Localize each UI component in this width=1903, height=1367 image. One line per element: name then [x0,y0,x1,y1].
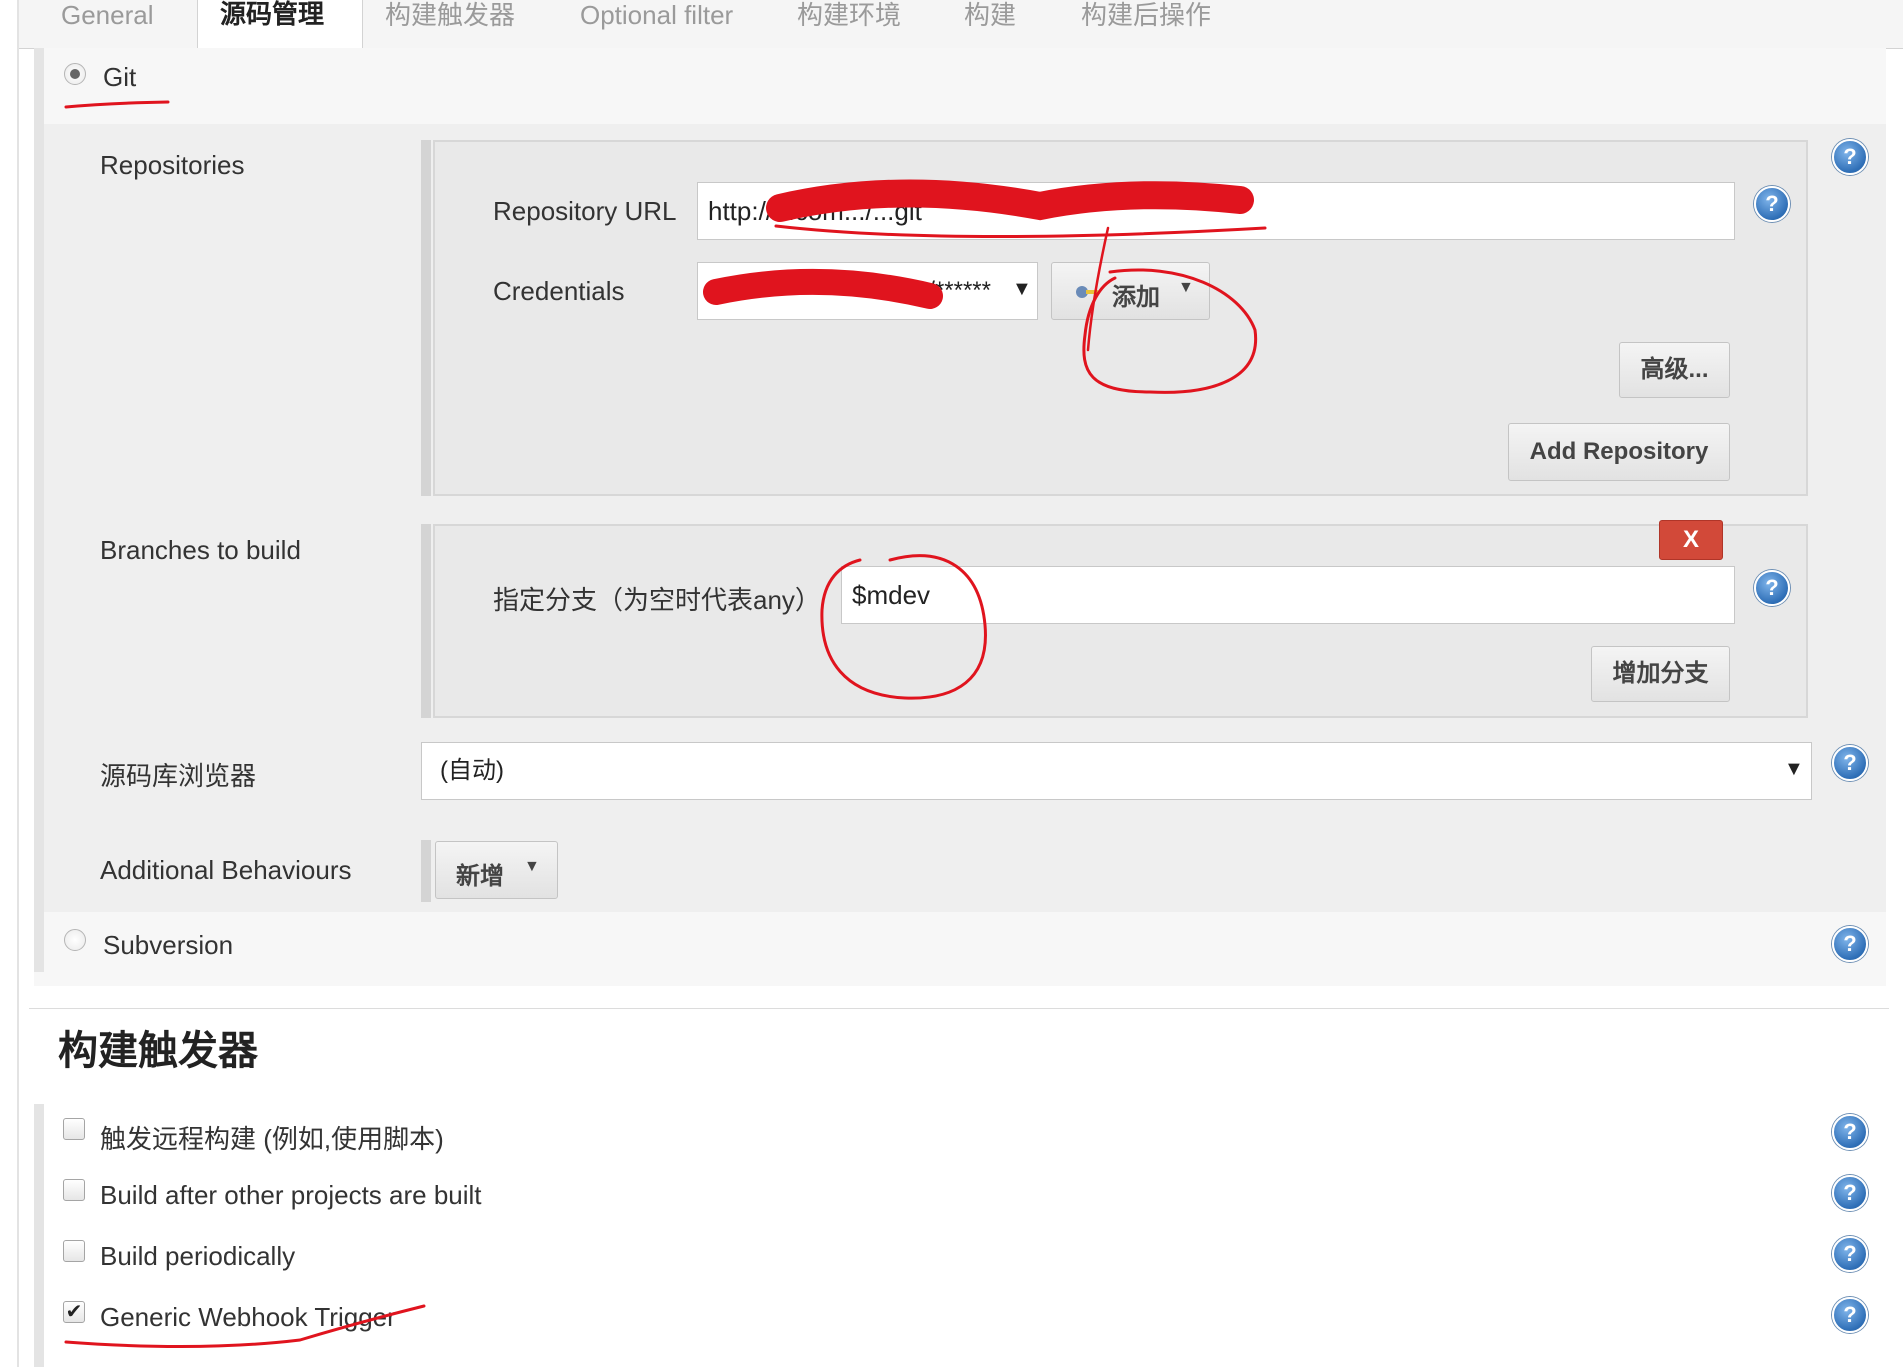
build-triggers-bar [34,1104,44,1367]
chevron-down-icon: ▼ [1178,279,1194,296]
trigger-label-after-other-projects: Build after other projects are built [100,1180,482,1210]
repository-browser-label: 源码库浏览器 [100,761,257,791]
add-credentials-button[interactable]: 添加 ▼ [1051,262,1210,320]
help-icon[interactable]: ? [1754,186,1790,222]
key-icon [1074,278,1102,306]
help-icon[interactable]: ? [1832,926,1868,962]
build-triggers-title: 构建触发器 [58,1029,258,1073]
credentials-label: Credentials [493,276,625,306]
section-divider [29,1008,1889,1009]
tab-build-environment[interactable]: 构建环境 [797,0,901,48]
add-branch-button[interactable]: 增加分支 [1591,646,1730,702]
git-radio[interactable] [64,63,86,85]
tab-optional-filter[interactable]: Optional filter [580,0,733,48]
credentials-select[interactable]: /****** [697,262,1038,320]
dropdown-caret-icon: ▼ [1784,758,1804,780]
tab-source-code-management[interactable]: 源码管理 [197,0,363,50]
help-icon[interactable]: ? [1832,1175,1868,1211]
trigger-label-generic-webhook: Generic Webhook Trigger [100,1302,396,1332]
additional-behaviours-label: Additional Behaviours [100,855,352,885]
tab-post-build-actions[interactable]: 构建后操作 [1081,0,1211,48]
repository-url-label: Repository URL [493,196,677,226]
branch-specifier-label: 指定分支（为空时代表any） [493,585,821,615]
tab-build-triggers[interactable]: 构建触发器 [385,0,515,48]
subversion-radio[interactable] [64,929,86,951]
tab-build[interactable]: 构建 [964,0,1016,48]
delete-branch-button[interactable]: X [1659,520,1723,560]
chevron-down-icon: ▼ [524,858,540,875]
tab-bar: General 源码管理 构建触发器 Optional filter 构建环境 … [19,0,1903,50]
behaviours-bar [421,840,431,902]
trigger-label-periodically: Build periodically [100,1241,296,1271]
scm-section-bar [34,48,44,972]
branch-specifier-input[interactable]: $mdev [841,566,1735,624]
advanced-button[interactable]: 高级... [1619,342,1730,398]
git-label: Git [103,62,137,92]
add-behaviour-button[interactable]: 新增 ▼ [435,841,558,899]
add-behaviour-label: 新增 [456,863,504,890]
tab-general[interactable]: General [61,0,154,48]
add-repository-button[interactable]: Add Repository [1508,423,1730,481]
help-icon[interactable]: ? [1832,1114,1868,1150]
trigger-label-remote: 触发远程构建 (例如,使用脚本) [100,1124,444,1154]
trigger-checkbox-periodically[interactable] [63,1240,85,1262]
help-icon[interactable]: ? [1754,570,1790,606]
dropdown-caret-icon: ▼ [1012,278,1032,300]
help-icon[interactable]: ? [1832,139,1868,175]
page-left-rule [17,0,19,1367]
subversion-label: Subversion [103,930,234,960]
repository-url-input[interactable]: http://...com.../...git [697,182,1735,240]
repository-box-bar [421,140,431,496]
branch-box-bar [421,524,431,718]
repositories-label: Repositories [100,150,245,180]
help-icon[interactable]: ? [1832,745,1868,781]
repository-browser-select[interactable]: (自动) [421,742,1812,800]
help-icon[interactable]: ? [1832,1297,1868,1333]
trigger-checkbox-remote[interactable] [63,1118,85,1140]
trigger-checkbox-generic-webhook[interactable]: ✔ [63,1301,85,1323]
add-credentials-label: 添加 [1112,284,1160,311]
help-icon[interactable]: ? [1832,1236,1868,1272]
branches-label: Branches to build [100,535,301,565]
trigger-checkbox-after-other-projects[interactable] [63,1179,85,1201]
